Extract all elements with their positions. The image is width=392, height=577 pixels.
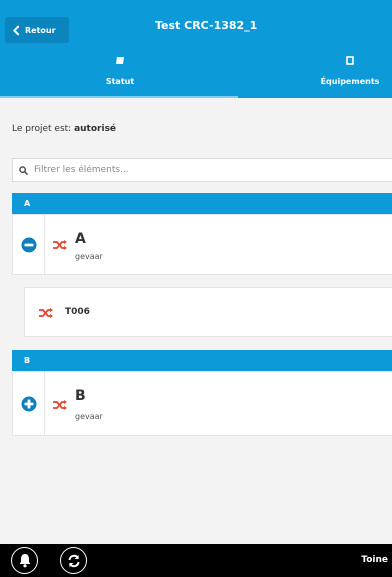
item-subtitle: gevaar — [75, 252, 103, 261]
expand-toggle[interactable] — [13, 372, 45, 435]
child-item-name: T006 — [65, 307, 90, 317]
tag-icon — [116, 57, 124, 64]
page-title: Test CRC-1382_1 — [155, 19, 258, 32]
group-header-b: B — [12, 350, 392, 371]
user-name: Toine — [361, 555, 388, 565]
filter-box — [12, 158, 392, 182]
item-name: B — [75, 388, 86, 404]
back-button[interactable]: Retour — [5, 17, 69, 43]
search-icon — [19, 165, 28, 175]
item-name: A — [75, 231, 86, 247]
tab-equipements[interactable]: Équipements — [300, 56, 392, 88]
app-header: Retour Test CRC-1382_1 Statut Équipement… — [0, 0, 392, 98]
project-status-value: autorisé — [74, 124, 117, 134]
box-icon — [346, 56, 354, 65]
item-subtitle: gevaar — [75, 412, 103, 421]
back-button-label: Retour — [25, 25, 56, 35]
child-item-row[interactable]: T006 — [24, 287, 392, 337]
item-row-a[interactable]: A gevaar — [12, 214, 392, 275]
project-status: Le projet est: autorisé — [12, 124, 116, 134]
tab-statut[interactable]: Statut — [80, 56, 160, 88]
project-status-prefix: Le projet est: — [12, 124, 72, 134]
active-tab-indicator — [0, 96, 238, 98]
refresh-icon — [68, 554, 79, 567]
shuffle-icon — [53, 400, 67, 410]
collapse-toggle[interactable] — [13, 215, 45, 274]
filter-input[interactable] — [34, 165, 374, 175]
plus-circle-icon — [21, 396, 36, 411]
refresh-button[interactable] — [60, 547, 87, 574]
item-row-b[interactable]: B gevaar — [12, 371, 392, 436]
shuffle-icon — [53, 240, 67, 250]
tab-equipements-label: Équipements — [320, 77, 380, 86]
minus-circle-icon — [21, 237, 36, 252]
chevron-left-icon — [13, 25, 20, 35]
bottom-bar: Toine — [0, 544, 392, 577]
tab-statut-label: Statut — [105, 77, 135, 86]
notifications-button[interactable] — [11, 547, 38, 574]
group-header-a: A — [12, 193, 392, 214]
shuffle-icon — [39, 308, 53, 318]
bell-icon — [19, 554, 30, 568]
